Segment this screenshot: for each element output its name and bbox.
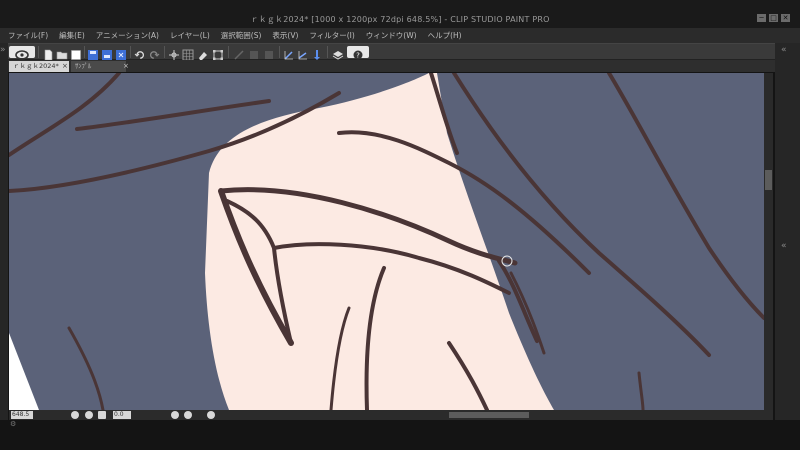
transform-icon[interactable] — [168, 46, 180, 60]
horizontal-scroll-thumb[interactable] — [449, 412, 529, 418]
undo-icon[interactable] — [134, 46, 146, 59]
save-as-icon[interactable] — [87, 46, 99, 60]
minimize-button[interactable]: ─ — [757, 14, 766, 22]
export-icon[interactable] — [115, 46, 127, 60]
tab-label: ｻﾝﾌﾟﾙ — [75, 62, 92, 70]
zoom-field[interactable]: 648.5 — [11, 411, 33, 419]
bottom-bar: ⚙ — [0, 420, 800, 450]
zoom-out-icon[interactable] — [71, 411, 79, 419]
close-button[interactable]: ✕ — [781, 14, 790, 22]
menu-bar: ファイル(F) 編集(E) アニメーション(A) レイヤー(L) 選択範囲(S)… — [0, 28, 800, 43]
chevron-left-icon[interactable]: « — [781, 45, 787, 55]
close-icon[interactable]: × — [62, 61, 68, 72]
snap-icon[interactable] — [263, 46, 275, 59]
save-icon[interactable] — [70, 46, 82, 60]
menu-animation[interactable]: アニメーション(A) — [96, 30, 159, 41]
rotation-field[interactable]: 0.0 — [113, 411, 131, 419]
window-title: ｒｋｇｋ2024* [1000 x 1200px 72dpi 648.5%] -… — [250, 15, 550, 24]
menu-file[interactable]: ファイル(F) — [8, 30, 48, 41]
chevron-right-icon[interactable]: » — [0, 45, 6, 55]
fit-icon[interactable] — [98, 411, 106, 419]
clip-studio-icon[interactable] — [9, 46, 35, 60]
maximize-button[interactable]: □ — [769, 14, 778, 22]
title-bar: ｒｋｇｋ2024* [1000 x 1200px 72dpi 648.5%] -… — [0, 0, 800, 28]
gear-icon[interactable]: ⚙ — [10, 420, 16, 428]
document-tabs: ｒｋｇｋ2024* × ｻﾝﾌﾟﾙ × — [0, 60, 800, 72]
menu-view[interactable]: 表示(V) — [272, 30, 298, 41]
free-transform-icon[interactable] — [212, 46, 224, 60]
rotate-right-icon[interactable] — [184, 411, 192, 419]
clear-icon[interactable] — [197, 46, 209, 60]
menu-window[interactable]: ウィンドウ(W) — [366, 30, 417, 41]
align-icon[interactable] — [283, 46, 295, 60]
align-icon[interactable] — [311, 46, 323, 60]
vertical-scroll-thumb[interactable] — [765, 170, 772, 190]
layer-icon[interactable] — [332, 46, 344, 60]
svg-text:?: ? — [356, 52, 360, 60]
command-bar: ? — [0, 43, 800, 61]
grid-icon[interactable] — [182, 46, 194, 61]
menu-layer[interactable]: レイヤー(L) — [170, 30, 210, 41]
new-file-icon[interactable] — [42, 46, 54, 61]
zoom-in-icon[interactable] — [85, 411, 93, 419]
tab-rkgk2024[interactable]: ｒｋｇｋ2024* — [9, 61, 69, 72]
export-icon[interactable] — [101, 46, 113, 60]
menu-select[interactable]: 選択範囲(S) — [221, 30, 262, 41]
rotate-left-icon[interactable] — [171, 411, 179, 419]
menu-filter[interactable]: フィルター(I) — [309, 30, 354, 41]
help-icon[interactable]: ? — [347, 46, 369, 60]
open-file-icon[interactable] — [56, 46, 68, 60]
status-bar: 648.5 0.0 — [9, 410, 773, 420]
close-icon[interactable]: × — [123, 61, 129, 72]
menu-edit[interactable]: 編集(E) — [59, 30, 85, 41]
tab-label: ｒｋｇｋ2024* — [13, 62, 59, 70]
redo-icon[interactable] — [148, 46, 160, 59]
skin-area — [205, 73, 554, 410]
reset-rotation-icon[interactable] — [207, 411, 215, 419]
drawing-canvas[interactable] — [9, 73, 764, 410]
ruler-icon[interactable] — [233, 46, 245, 60]
right-panel-edge: « « — [775, 43, 800, 425]
snap-icon[interactable] — [248, 46, 260, 59]
white-area — [9, 333, 39, 410]
left-panel-edge: » — [0, 43, 8, 425]
vertical-scrollbar[interactable] — [764, 73, 773, 410]
chevron-left-icon[interactable]: « — [781, 241, 787, 251]
menu-help[interactable]: ヘルプ(H) — [428, 30, 462, 41]
align-icon[interactable] — [297, 46, 309, 60]
tab-sample[interactable]: ｻﾝﾌﾟﾙ — [71, 61, 126, 72]
window-controls: ─ □ ✕ — [757, 14, 790, 22]
artwork — [9, 73, 764, 410]
